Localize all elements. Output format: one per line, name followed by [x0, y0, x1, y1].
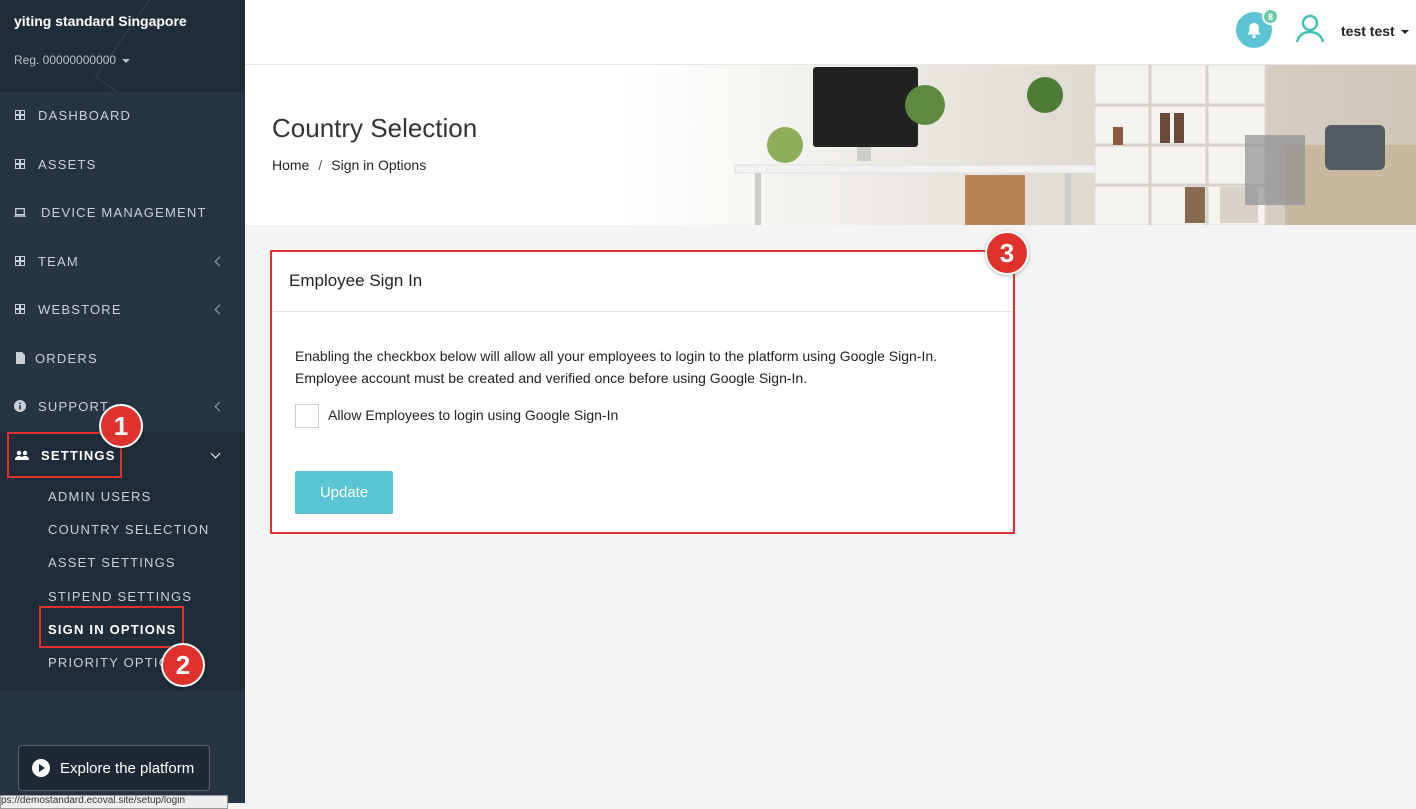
sidebar-item-label: DASHBOARD	[38, 107, 132, 123]
laptop-icon	[14, 206, 26, 218]
breadcrumb-home-link[interactable]: Home	[272, 157, 309, 173]
chevron-left-icon	[214, 256, 225, 266]
bell-icon	[1247, 22, 1261, 38]
chevron-left-icon	[214, 304, 225, 314]
breadcrumb-current: Sign in Options	[331, 157, 427, 173]
annotation-box-sign-in-options	[39, 606, 184, 648]
explore-label: Explore the platform	[60, 759, 195, 777]
office-banner-image	[625, 65, 1416, 225]
sidebar-item-orders[interactable]: ORDERS	[0, 334, 245, 382]
user-menu[interactable]: test test	[1341, 23, 1409, 39]
org-reg[interactable]: Reg. 00000000000	[14, 53, 131, 67]
org-switcher[interactable]: yiting standard Singapore Reg. 000000000…	[0, 0, 245, 92]
sidebar-item-label: ORDERS	[35, 350, 98, 366]
sidebar-subitem-stipend-settings[interactable]: STIPEND SETTINGS	[48, 589, 192, 604]
grid-icon	[14, 158, 26, 170]
user-avatar-icon[interactable]	[1294, 12, 1326, 44]
explore-platform-button[interactable]: Explore the platform	[18, 745, 210, 791]
sidebar-item-dashboard[interactable]: DASHBOARD	[0, 91, 245, 139]
sidebar-subitem-priority-options[interactable]: PRIORITY OPTIC	[48, 655, 169, 670]
annotation-box-card	[270, 250, 1015, 534]
user-name: test test	[1341, 23, 1395, 39]
annotation-step-3: 3	[985, 231, 1029, 275]
play-icon	[32, 759, 50, 777]
info-icon	[14, 400, 26, 412]
grid-icon	[14, 303, 26, 315]
page-header: Country Selection Home / Sign in Options	[245, 65, 1416, 225]
sidebar-item-label: SUPPORT	[38, 398, 110, 414]
sidebar-item-device-management[interactable]: DEVICE MANAGEMENT	[0, 188, 245, 236]
sidebar-item-assets[interactable]: ASSETS	[0, 140, 245, 188]
caret-down-icon	[1400, 30, 1409, 35]
sidebar-subitem-admin-users[interactable]: ADMIN USERS	[48, 489, 152, 504]
sidebar-item-label: TEAM	[38, 253, 79, 269]
file-icon	[14, 352, 26, 364]
breadcrumb-separator: /	[318, 157, 323, 173]
sidebar-item-label: WEBSTORE	[38, 301, 122, 317]
sidebar-item-label: DEVICE MANAGEMENT	[41, 204, 207, 220]
page-title: Country Selection	[272, 113, 478, 143]
annotation-step-1: 1	[99, 404, 143, 448]
sidebar-item-team[interactable]: TEAM	[0, 237, 245, 285]
breadcrumb: Home / Sign in Options	[272, 157, 426, 173]
status-url: ps://demostandard.ecoval.site/setup/logi…	[0, 795, 228, 809]
org-reg-text: Reg. 00000000000	[14, 53, 117, 67]
sidebar: yiting standard Singapore Reg. 000000000…	[0, 0, 245, 809]
grid-icon	[14, 109, 26, 121]
grid-icon	[14, 255, 26, 267]
annotation-step-2: 2	[161, 643, 205, 687]
sidebar-item-webstore[interactable]: WEBSTORE	[0, 285, 245, 333]
chevron-left-icon	[214, 401, 225, 411]
chevron-down-icon	[210, 448, 221, 459]
sidebar-item-label: ASSETS	[38, 156, 97, 172]
org-name: yiting standard Singapore	[14, 13, 187, 29]
sidebar-subitem-country-selection[interactable]: COUNTRY SELECTION	[48, 522, 210, 537]
sidebar-subitem-asset-settings[interactable]: ASSET SETTINGS	[48, 555, 176, 570]
caret-down-icon	[122, 58, 131, 63]
notification-count-badge: 8	[1262, 8, 1279, 25]
